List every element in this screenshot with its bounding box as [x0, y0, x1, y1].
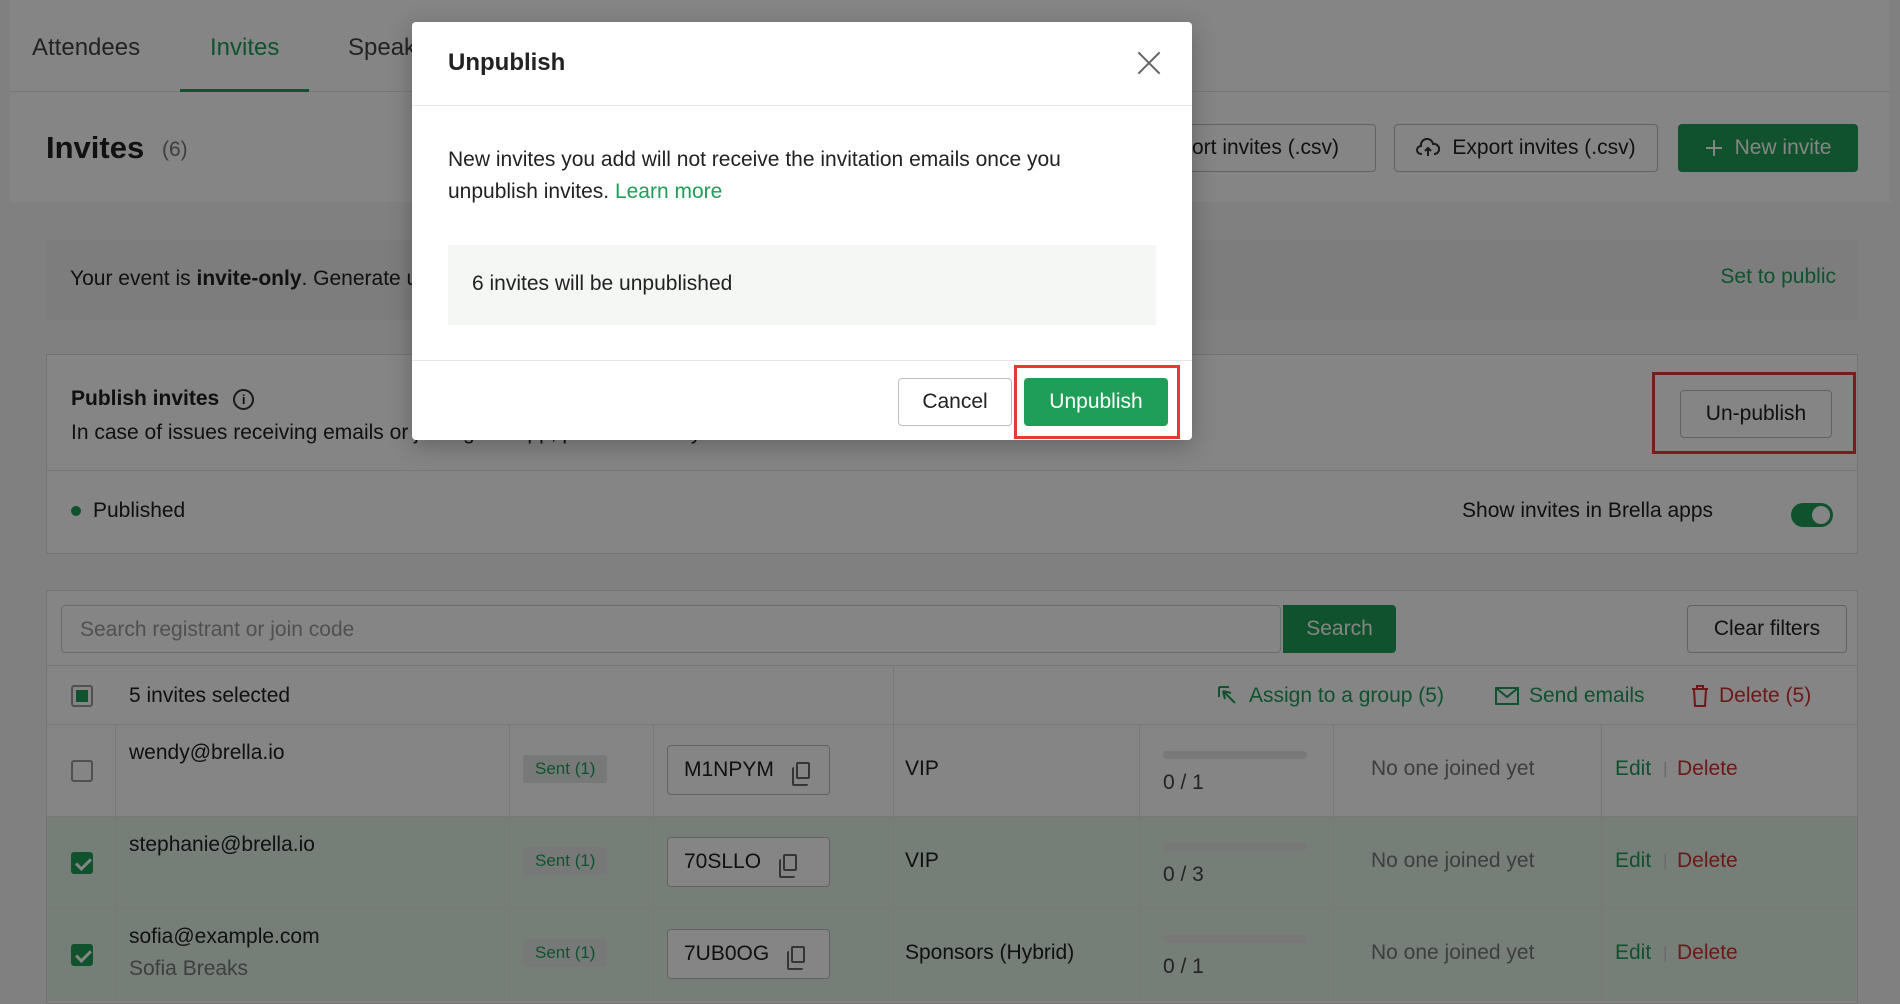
- modal-footer: Cancel Unpublish: [412, 360, 1192, 440]
- close-icon[interactable]: [1136, 50, 1162, 76]
- unpublish-modal: Unpublish New invites you add will not r…: [412, 22, 1192, 440]
- unpublish-summary: 6 invites will be unpublished: [448, 245, 1156, 325]
- learn-more-link[interactable]: Learn more: [615, 180, 722, 203]
- cancel-label: Cancel: [922, 390, 988, 413]
- cancel-button[interactable]: Cancel: [898, 378, 1012, 426]
- highlight-box: [1014, 365, 1180, 439]
- modal-body: New invites you add will not receive the…: [448, 148, 1061, 203]
- modal-header: Unpublish: [412, 22, 1192, 106]
- modal-title: Unpublish: [448, 49, 566, 76]
